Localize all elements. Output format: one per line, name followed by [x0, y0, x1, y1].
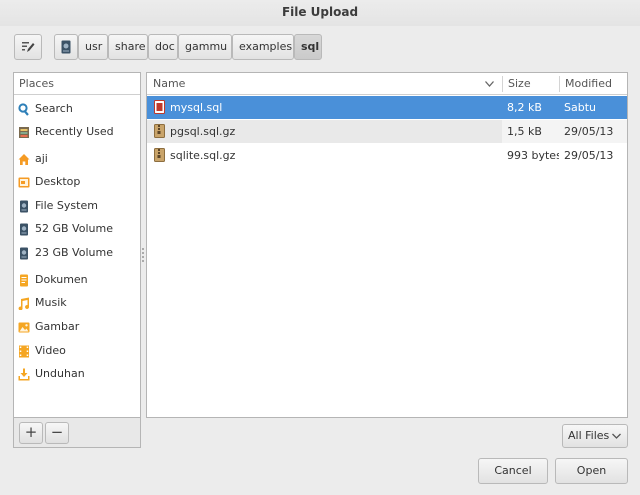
file-name: mysql.sql: [170, 101, 223, 114]
places-panel: Places Search Recently Used aji Desktop …: [13, 72, 141, 418]
place-label: 52 GB Volume: [35, 222, 113, 235]
path-crumb-root[interactable]: [54, 34, 78, 60]
file-list: Name Size Modified mysql.sql 8,2 kB Sabt…: [146, 72, 628, 418]
place-file-system[interactable]: File System: [14, 195, 140, 217]
place-label: Video: [35, 344, 66, 357]
chevron-down-icon: [612, 425, 621, 456]
place-label: aji: [35, 152, 48, 165]
open-button[interactable]: Open: [555, 458, 628, 484]
column-header-size[interactable]: Size: [502, 73, 559, 95]
path-crumb-examples[interactable]: examples: [232, 34, 294, 60]
sort-chevron-down-icon: [485, 81, 494, 87]
place-label: File System: [35, 199, 98, 212]
column-header-name-label: Name: [153, 77, 186, 90]
place-label: Unduhan: [35, 367, 85, 380]
column-header-modified[interactable]: Modified: [559, 73, 627, 95]
drive-icon: [20, 200, 28, 212]
places-header: Places: [14, 73, 140, 95]
path-crumb-doc[interactable]: doc: [148, 34, 178, 60]
drive-icon: [20, 223, 28, 235]
recent-icon: [19, 126, 29, 138]
file-size: 8,2 kB: [507, 101, 542, 114]
music-folder-icon: [18, 297, 30, 310]
place-label: Recently Used: [35, 125, 114, 138]
file-name-cell: pgsql.sql.gz: [147, 120, 502, 143]
path-crumb-sql[interactable]: sql: [294, 34, 322, 60]
place-musik[interactable]: Musik: [14, 292, 140, 314]
place-gambar[interactable]: Gambar: [14, 316, 140, 338]
home-icon: [18, 153, 30, 165]
place-video[interactable]: Video: [14, 340, 140, 362]
file-name: sqlite.sql.gz: [170, 149, 236, 162]
place-label: 23 GB Volume: [35, 246, 113, 259]
drive-icon: [20, 247, 28, 259]
file-row-mysql[interactable]: mysql.sql 8,2 kB Sabtu: [147, 96, 627, 119]
documents-folder-icon: [20, 274, 28, 286]
place-label: Musik: [35, 296, 67, 309]
path-crumb-usr[interactable]: usr: [78, 34, 108, 60]
archive-file-icon: [154, 124, 165, 138]
drive-icon: [61, 40, 71, 54]
file-modified: 29/05/13: [559, 120, 627, 143]
place-label: Gambar: [35, 320, 80, 333]
place-52gb-volume[interactable]: 52 GB Volume: [14, 218, 140, 240]
file-name-cell: mysql.sql: [147, 96, 502, 119]
file-size: 1,5 kB: [502, 120, 559, 143]
video-folder-icon: [19, 345, 29, 357]
place-23gb-volume[interactable]: 23 GB Volume: [14, 242, 140, 264]
add-bookmark-button[interactable]: +: [19, 422, 43, 444]
sql-file-icon: [154, 100, 165, 114]
place-home[interactable]: aji: [14, 148, 140, 170]
file-modified: 29/05/13: [564, 149, 614, 162]
place-label: Desktop: [35, 175, 81, 188]
place-recently-used[interactable]: Recently Used: [14, 121, 140, 143]
path-crumb-gammu[interactable]: gammu: [178, 34, 232, 60]
place-label: Dokumen: [35, 273, 88, 286]
path-crumb-share[interactable]: share: [108, 34, 148, 60]
pencil-edit-icon: [22, 42, 35, 52]
file-name-cell: sqlite.sql.gz: [147, 144, 502, 167]
search-icon: [18, 102, 29, 116]
place-label: Search: [35, 102, 73, 115]
file-row-pgsql[interactable]: pgsql.sql.gz 1,5 kB 29/05/13: [147, 120, 627, 143]
downloads-folder-icon: [18, 368, 30, 380]
column-header-name[interactable]: Name: [147, 73, 502, 95]
file-row-sqlite[interactable]: sqlite.sql.gz 993 bytes 29/05/13: [147, 144, 627, 167]
file-size: 993 bytes: [507, 149, 559, 162]
file-list-header: Name Size Modified: [147, 73, 627, 95]
window-title: File Upload: [0, 0, 640, 26]
file-type-filter-select[interactable]: All Files: [562, 424, 628, 448]
path-toolbar: usr share doc gammu examples sql: [0, 34, 640, 64]
place-desktop[interactable]: Desktop: [14, 171, 140, 193]
archive-file-icon: [154, 148, 165, 162]
pictures-folder-icon: [18, 322, 30, 332]
edit-location-button[interactable]: [14, 34, 42, 60]
pane-resize-handle[interactable]: [142, 246, 145, 266]
places-footer: + −: [13, 418, 141, 448]
file-modified: Sabtu: [564, 101, 596, 114]
place-dokumen[interactable]: Dokumen: [14, 269, 140, 291]
filter-selected-value: All Files: [568, 429, 610, 442]
file-name: pgsql.sql.gz: [170, 125, 236, 138]
cancel-button[interactable]: Cancel: [478, 458, 548, 484]
place-unduhan[interactable]: Unduhan: [14, 363, 140, 385]
place-search[interactable]: Search: [14, 98, 140, 120]
remove-bookmark-button[interactable]: −: [45, 422, 69, 444]
desktop-icon: [18, 177, 30, 187]
